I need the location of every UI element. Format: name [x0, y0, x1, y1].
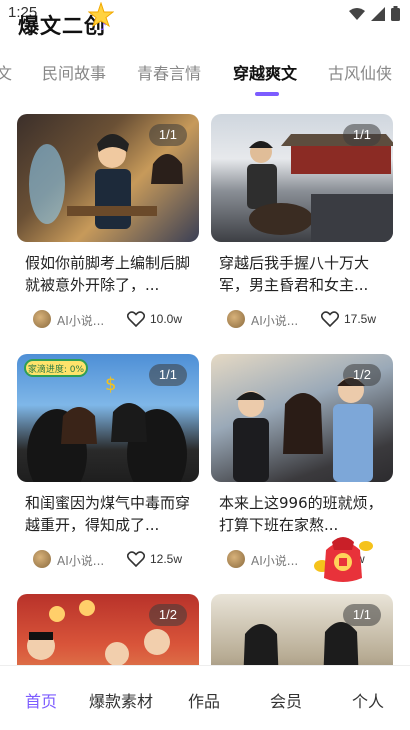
- sparkle-icon: ♪: [100, 22, 107, 33]
- wifi-icon: [349, 7, 365, 20]
- story-meta: AI小说... 17.5w: [211, 310, 393, 330]
- bottom-nav: 首页 爆款素材 作品 会员 个人: [0, 665, 410, 730]
- story-title: 和闺蜜因为煤气中毒而穿越重开，得知成了...: [25, 494, 191, 534]
- author-name: AI小说...: [251, 314, 299, 328]
- heart-icon[interactable]: [127, 311, 145, 327]
- story-meta: AI小说... 12.5w: [17, 550, 199, 570]
- nav-works[interactable]: 作品: [188, 688, 220, 712]
- progress-sticker: 家滴进度: 0%: [28, 363, 85, 375]
- author-name: AI小说...: [251, 554, 299, 568]
- nav-hot-materials[interactable]: 爆款素材: [89, 688, 153, 712]
- page-badge: 1/1: [148, 364, 187, 386]
- tab-ancient-fantasy[interactable]: 古风仙侠: [328, 60, 392, 84]
- category-tabs: 文 民间故事 青春言情 穿越爽文 古风仙侠: [0, 52, 410, 96]
- story-card[interactable]: 1/1 假如你前脚考上编制后脚就被意外开除了，... AI小说... 10.0w: [17, 114, 199, 330]
- like-count: 17.5w: [344, 312, 377, 326]
- story-thumbnail[interactable]: 1/2: [211, 354, 393, 482]
- nav-home[interactable]: 首页: [25, 688, 57, 712]
- nav-profile[interactable]: 个人: [352, 688, 384, 712]
- author-name: AI小说...: [57, 554, 105, 568]
- like-count: 10.0w: [150, 312, 183, 326]
- story-thumbnail[interactable]: 家滴进度: 0% $ 1/1: [17, 354, 199, 482]
- story-title: 穿越后我手握八十万大军，男主昏君和女主...: [219, 254, 370, 294]
- tab-wen[interactable]: 文: [0, 60, 12, 84]
- author-avatar: [33, 310, 51, 328]
- tab-folk-stories[interactable]: 民间故事: [42, 60, 106, 84]
- page-badge: 1/2: [342, 364, 381, 386]
- tab-indicator: [255, 92, 279, 96]
- tab-youth-romance[interactable]: 青春言情: [137, 60, 201, 84]
- heart-icon[interactable]: [127, 551, 145, 567]
- author-name: AI小说...: [57, 314, 105, 328]
- signal-icon: [371, 6, 385, 21]
- story-thumbnail[interactable]: 1/1: [17, 114, 199, 242]
- page-badge: 1/1: [342, 604, 381, 626]
- nav-membership[interactable]: 会员: [270, 688, 302, 712]
- story-thumbnail[interactable]: 1/1: [211, 114, 393, 242]
- tab-time-travel[interactable]: 穿越爽文: [233, 60, 297, 84]
- story-card[interactable]: 1/1 穿越后我手握八十万大军，男主昏君和女主... AI小说... 17.5w: [211, 114, 393, 330]
- story-meta: AI小说... 10.0w: [17, 310, 199, 330]
- author-avatar: [33, 550, 51, 568]
- author-avatar: [227, 310, 245, 328]
- battery-icon: [391, 6, 400, 21]
- page-badge: 1/1: [148, 124, 187, 146]
- like-count: 12.5w: [150, 552, 183, 566]
- page-badge: 1/1: [342, 124, 381, 146]
- status-icons: [349, 6, 400, 21]
- red-envelope-icon[interactable]: [312, 530, 374, 586]
- story-title: 假如你前脚考上编制后脚就被意外开除了，...: [25, 254, 191, 294]
- story-card[interactable]: 家滴进度: 0% $ 1/1 和闺蜜因为煤气中毒而穿越重开，得知成了... AI…: [17, 354, 199, 570]
- page-badge: 1/2: [148, 604, 187, 626]
- svg-text:$: $: [105, 374, 116, 395]
- author-avatar: [227, 550, 245, 568]
- heart-icon[interactable]: [321, 311, 339, 327]
